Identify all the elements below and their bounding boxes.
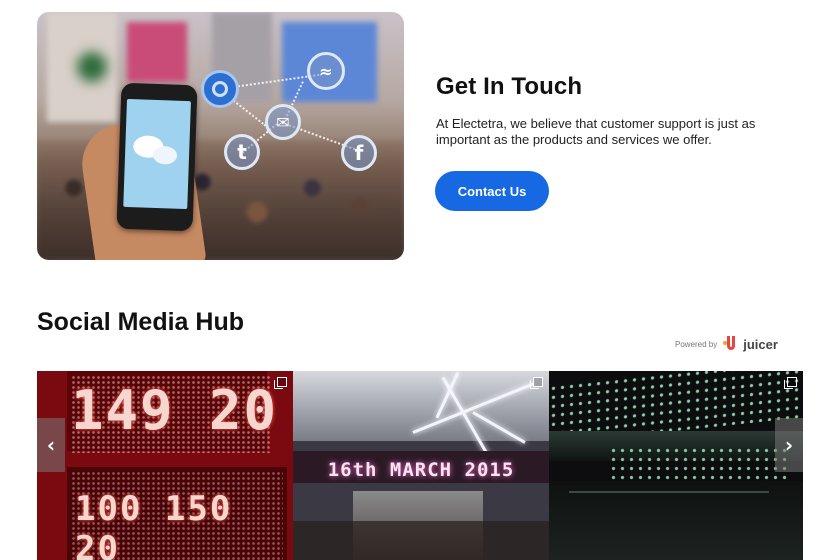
march-banner-text: 16th MARCH 2015	[327, 459, 515, 481]
feed-post[interactable]: 16th MARCH 2015	[293, 371, 549, 560]
floor	[293, 521, 549, 560]
chat-icon	[201, 70, 239, 108]
get-in-touch-text: At Electetra, we believe that customer s…	[436, 116, 756, 147]
hero-image-social-network: ≈ ✉ t f	[37, 12, 404, 260]
multiple-images-icon	[530, 377, 543, 389]
background-sign	[127, 22, 187, 82]
juicer-logo-icon	[723, 336, 737, 352]
carousel-next-button[interactable]: ›	[775, 418, 803, 472]
mail-icon: ✉	[265, 104, 301, 140]
led-lights	[609, 446, 789, 481]
social-feed-carousel: 149 20 100 150 20 16th MARCH 2015	[37, 371, 803, 560]
get-in-touch-title: Get In Touch	[436, 73, 583, 100]
phone-screen	[123, 98, 191, 210]
carousel-prev-button[interactable]: ‹	[37, 418, 65, 472]
multiple-images-icon	[784, 377, 797, 389]
juicer-brand: juicer	[743, 336, 778, 352]
wifi-icon: ≈	[307, 52, 345, 90]
led-number: 149 20	[71, 379, 279, 442]
multiple-images-icon	[274, 377, 287, 389]
powered-by-juicer[interactable]: Powered by juicer	[675, 334, 778, 354]
contact-us-button[interactable]: Contact Us	[435, 171, 549, 211]
facebook-icon: f	[341, 135, 377, 171]
ceiling-beam	[569, 491, 769, 493]
smartphone	[116, 82, 198, 232]
feed-post[interactable]	[549, 371, 803, 560]
twitter-icon: t	[224, 134, 260, 170]
social-media-hub-title: Social Media Hub	[37, 308, 244, 336]
led-number: 100 150 20	[75, 489, 233, 560]
feed-post[interactable]: 149 20 100 150 20	[37, 371, 293, 560]
chat-bubble-icon	[152, 145, 178, 165]
background-tree	[77, 52, 107, 82]
powered-by-label: Powered by	[675, 339, 718, 349]
